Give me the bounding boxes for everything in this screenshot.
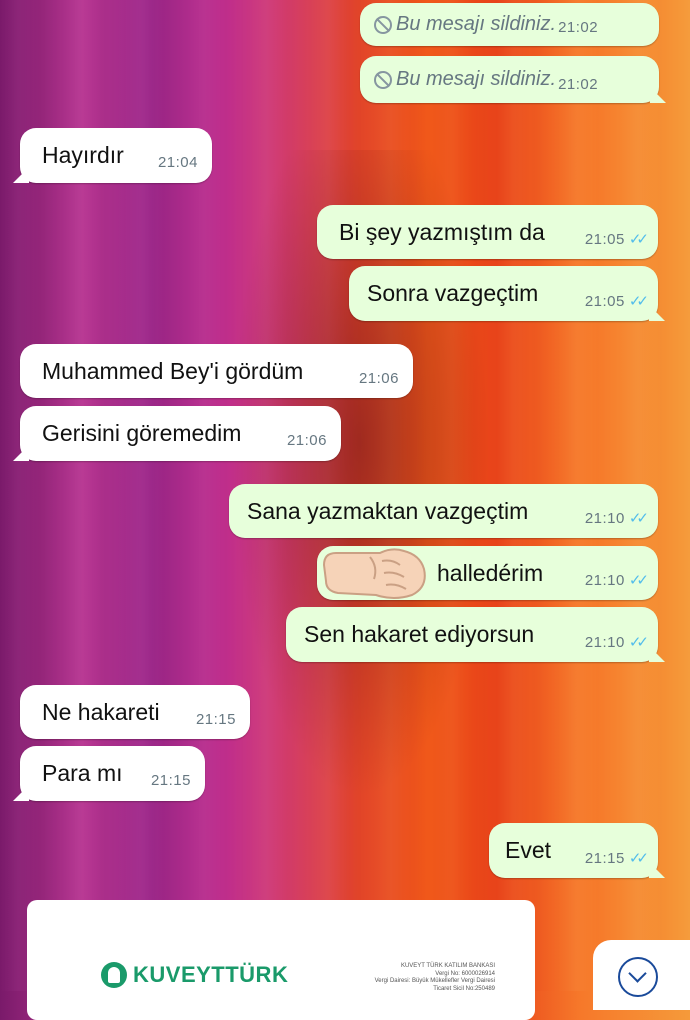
message-time: 21:06 [358, 369, 399, 387]
message-text: Sana yazmaktan vazgeçtim [247, 497, 529, 524]
message-time: 21:02 [558, 76, 599, 93]
message-time: 21:10 ✓✓ [584, 510, 649, 527]
message-text: Bu mesajı sildiniz. [396, 13, 557, 35]
kuveytturk-logo: KUVEYTTÜRK [101, 962, 288, 988]
message-time: 21:10 ✓✓ [584, 572, 649, 589]
message-bubble-incoming[interactable]: Para mı 21:15 [20, 746, 205, 801]
message-bubble-incoming[interactable]: Ne hakareti 21:15 [20, 685, 250, 739]
message-text: Sonra vazgeçtim [367, 280, 539, 306]
chevron-down-icon [618, 957, 658, 997]
message-time: 21:15 [195, 710, 236, 728]
message-bubble-outgoing[interactable]: Sen hakaret ediyorsun 21:10 ✓✓ [286, 607, 658, 662]
ban-icon [374, 15, 392, 34]
message-time: 21:02 [558, 19, 599, 36]
message-text: Hayırdır [42, 142, 124, 168]
read-ticks-icon: ✓✓ [628, 849, 649, 867]
message-bubble-outgoing[interactable]: Sonra vazgeçtim 21:05 ✓✓ [349, 266, 658, 321]
read-ticks-icon: ✓✓ [628, 231, 649, 248]
message-time: 21:06 [286, 432, 327, 449]
message-text: halledérim [437, 559, 544, 586]
message-text: Gerisini göremedim [42, 420, 242, 446]
message-time: 21:05 ✓✓ [584, 292, 649, 310]
message-bubble-deleted[interactable]: Bu mesajı sildiniz. 21:02 [360, 3, 659, 46]
bank-logo-icon [101, 962, 127, 988]
message-bubble-incoming[interactable]: Muhammed Bey'i gördüm 21:06 [20, 344, 413, 398]
message-bubble-incoming[interactable]: Gerisini göremedim 21:06 [20, 406, 341, 461]
read-ticks-icon: ✓✓ [628, 633, 649, 651]
message-text: Evet [505, 837, 552, 863]
read-ticks-icon: ✓✓ [628, 292, 649, 310]
message-text: Bu mesajı sildiniz. [396, 68, 557, 90]
bank-smallprint: KUVEYT TÜRK KATILIM BANKASI Vergi No: 60… [374, 963, 495, 992]
bank-logo-text: KUVEYTTÜRK [133, 962, 289, 987]
document-preview-card[interactable]: KUVEYTTÜRK KUVEYT TÜRK KATILIM BANKASI V… [27, 900, 535, 1020]
ban-icon [374, 70, 392, 89]
fist-emoji-icon [322, 548, 426, 599]
scroll-to-bottom-button[interactable] [593, 940, 690, 1010]
message-time: 21:05 ✓✓ [584, 231, 649, 248]
message-bubble-outgoing[interactable]: Sana yazmaktan vazgeçtim 21:10 ✓✓ [229, 484, 658, 538]
message-time: 21:04 [157, 154, 198, 171]
message-bubble-incoming[interactable]: Hayırdır 21:04 [20, 128, 212, 183]
read-ticks-icon: ✓✓ [628, 510, 649, 527]
message-time: 21:15 ✓✓ [584, 849, 649, 867]
message-bubble-outgoing[interactable]: Evet 21:15 ✓✓ [489, 823, 658, 878]
message-time: 21:15 [150, 772, 191, 789]
message-text: Muhammed Bey'i gördüm [42, 357, 304, 384]
message-text: Para mı [42, 760, 123, 786]
message-text: Bi şey yazmıştım da [339, 218, 545, 245]
message-bubble-deleted[interactable]: Bu mesajı sildiniz. 21:02 [360, 56, 659, 103]
message-text: Sen hakaret ediyorsun [304, 621, 535, 647]
message-text: Ne hakareti [42, 698, 160, 725]
message-bubble-outgoing[interactable]: Bi şey yazmıştım da 21:05 ✓✓ [317, 205, 658, 259]
read-ticks-icon: ✓✓ [628, 572, 649, 589]
message-time: 21:10 ✓✓ [584, 633, 649, 651]
